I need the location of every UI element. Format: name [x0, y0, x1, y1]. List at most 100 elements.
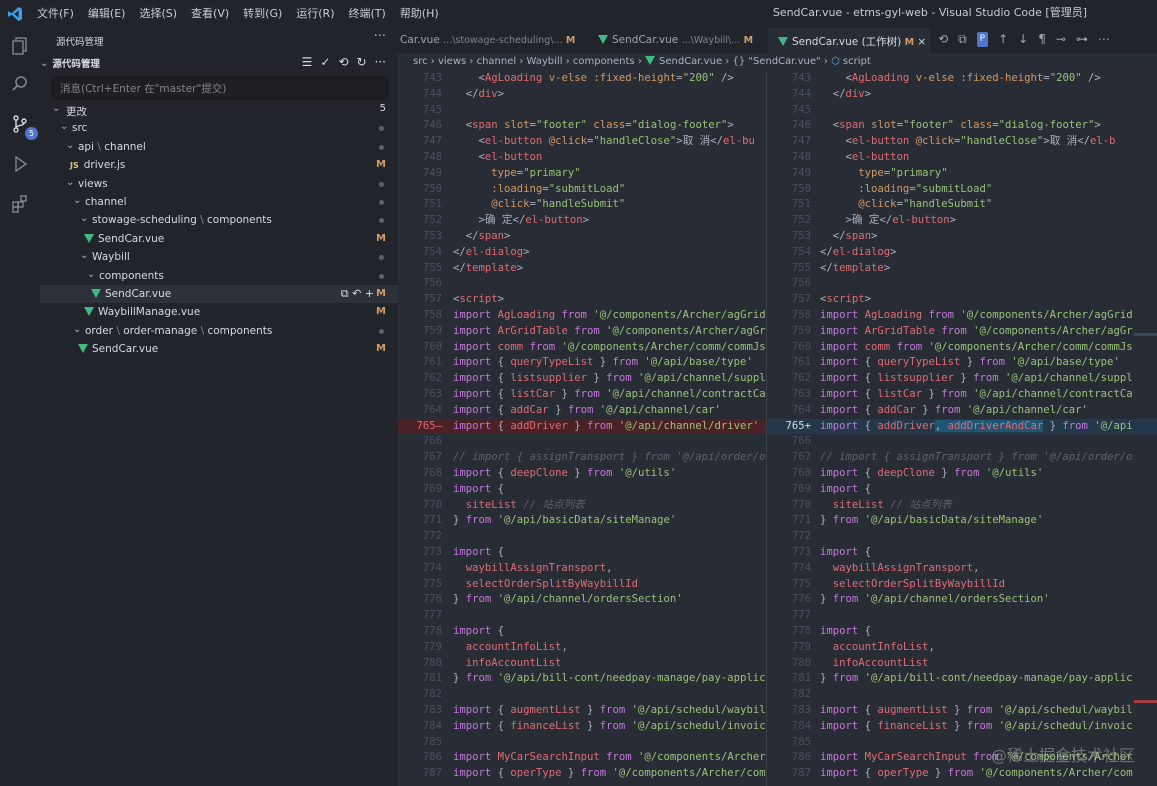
file-label: SendCar.vue: [105, 287, 172, 300]
menu-terminal[interactable]: 终端(T): [342, 0, 393, 28]
arrow-up-icon[interactable]: ↑: [998, 32, 1008, 47]
tree-file-sendcar-3[interactable]: SendCar.vue M: [40, 340, 398, 358]
folder-status-dot: [379, 328, 384, 334]
tree-file-driver-js[interactable]: JS driver.js M: [40, 156, 398, 174]
diff-modified-pane[interactable]: 743 <AgLoading v-else :fixed-height="200…: [766, 71, 1157, 786]
file-label: SendCar.vue: [92, 343, 159, 356]
folder-status-dot: [379, 181, 384, 187]
tree-folder-src[interactable]: ⌄ src: [40, 119, 398, 137]
chevron-down-icon: ⌄: [73, 323, 82, 335]
tree-folder-waybill[interactable]: ⌄ Waybill: [40, 248, 398, 266]
breadcrumb-item[interactable]: SendCar.vue: [659, 56, 722, 67]
history-icon[interactable]: ⟲: [338, 55, 348, 69]
more-actions-icon[interactable]: ···: [374, 29, 386, 44]
source-control-icon[interactable]: 5: [6, 110, 38, 140]
more-icon[interactable]: ⋯: [1098, 32, 1110, 47]
menu-help[interactable]: 帮助(H): [393, 0, 446, 28]
diff-original-pane[interactable]: 743 <AgLoading v-else :fixed-height="200…: [398, 71, 766, 786]
folder-label: components: [207, 214, 272, 227]
vue-file-icon: [645, 56, 656, 65]
symbol-icon: ⬡: [831, 56, 840, 67]
changes-group[interactable]: ⌄ 更改 5: [40, 101, 398, 119]
row-actions: ⧉ ↶ +: [341, 287, 374, 301]
chevron-down-icon: ⌄: [52, 103, 61, 114]
more-icon[interactable]: ···: [375, 55, 386, 69]
breadcrumb-item[interactable]: src: [413, 56, 428, 67]
refresh-icon[interactable]: ↻: [356, 55, 366, 69]
run-debug-icon[interactable]: [6, 150, 34, 178]
tab-label: SendCar.vue: [612, 34, 679, 46]
arrow-down-icon[interactable]: ↓: [1018, 32, 1028, 47]
vue-file-icon: [598, 35, 608, 44]
status-modified: M: [376, 343, 386, 355]
tree-folder-order[interactable]: ⌄ order \ order-manage \ components: [40, 322, 398, 340]
prettier-icon[interactable]: P: [976, 32, 989, 47]
stage-icon[interactable]: +: [365, 287, 374, 300]
search-icon[interactable]: [6, 70, 34, 98]
scm-sidebar: 源代码管理 ··· ⌄ 源代码管理 ☰ ✓ ⟲ ↻ ··· 消息(Ctrl+En…: [40, 28, 398, 786]
explorer-icon[interactable]: [6, 32, 34, 60]
extensions-icon[interactable]: [6, 190, 34, 218]
menu-go[interactable]: 转到(G): [236, 0, 289, 28]
folder-label: views: [78, 177, 108, 190]
tab-sendcar-waybill[interactable]: SendCar.vue ...\Waybill\... M: [588, 28, 766, 53]
chevron-down-icon: ⌄: [73, 194, 82, 206]
git-compare-icon[interactable]: ⊶: [1076, 32, 1088, 47]
close-icon[interactable]: ×: [917, 36, 926, 48]
folder-label: components: [99, 269, 164, 282]
tree-folder-stowage[interactable]: ⌄ stowage-scheduling \ components: [40, 211, 398, 229]
tree-folder-views[interactable]: ⌄ views: [40, 175, 398, 193]
breadcrumb-item[interactable]: Waybill: [527, 56, 563, 67]
view-as-list-icon[interactable]: ☰: [302, 55, 313, 69]
breadcrumb-item[interactable]: script: [843, 56, 871, 67]
tree-folder-components[interactable]: ⌄ components: [40, 267, 398, 285]
folder-label: api: [78, 140, 95, 153]
changes-count: 5: [379, 103, 386, 114]
breadcrumb-item[interactable]: components: [573, 56, 635, 67]
commit-message-input[interactable]: 消息(Ctrl+Enter 在"master"提交): [52, 76, 388, 100]
folder-status-dot: [379, 218, 384, 224]
discard-icon[interactable]: ↶: [352, 287, 361, 300]
breadcrumb-item[interactable]: channel: [477, 56, 517, 67]
breadcrumb-item[interactable]: {} "SendCar.vue": [732, 56, 820, 67]
menu-selection[interactable]: 选择(S): [132, 0, 184, 28]
tab-path: ...\stowage-scheduling\...: [443, 35, 563, 46]
tab-bar: Car.vue ...\stowage-scheduling\... M Sen…: [398, 28, 1157, 53]
open-file-icon[interactable]: ⧉: [958, 32, 967, 47]
folder-status-dot: [379, 199, 384, 205]
vue-file-icon: [778, 37, 788, 46]
commit-placeholder: 消息(Ctrl+Enter 在"master"提交): [60, 83, 227, 95]
commit-check-icon[interactable]: ✓: [320, 55, 330, 69]
folder-label: stowage-scheduling: [92, 214, 197, 227]
tree-file-sendcar-2[interactable]: SendCar.vue ⧉ ↶ + M: [40, 284, 398, 304]
open-file-icon[interactable]: ⧉: [341, 287, 349, 300]
added-line: 765+ import { addDriver, addDriverAndCar …: [767, 418, 1157, 435]
overview-ruler[interactable]: [1134, 71, 1157, 786]
tree-folder-api-channel[interactable]: ⌄ api \ channel: [40, 138, 398, 156]
menu-file[interactable]: 文件(F): [30, 0, 81, 28]
folder-label: order-manage: [123, 324, 198, 337]
menu-edit[interactable]: 编辑(E): [81, 0, 133, 28]
git-commit-icon[interactable]: ⊸: [1056, 32, 1066, 47]
tree-folder-channel[interactable]: ⌄ channel: [40, 193, 398, 211]
menu-bar: 文件(F) 编辑(E) 选择(S) 查看(V) 转到(G) 运行(R) 终端(T…: [30, 0, 446, 28]
watermark: @稀土掘金技术社区: [990, 746, 1135, 765]
changes-tree: ⌄ 更改 5 ⌄ src ⌄ api \ channel JS driver.js…: [40, 101, 398, 358]
file-label: SendCar.vue: [98, 232, 165, 245]
folder-label: Waybill: [92, 251, 130, 264]
vue-file-icon: [84, 233, 94, 243]
menu-view[interactable]: 查看(V): [184, 0, 236, 28]
tab-car-vue[interactable]: Car.vue ...\stowage-scheduling\... M: [398, 28, 586, 53]
breadcrumb-item[interactable]: views: [438, 56, 466, 67]
changes-label: 更改: [66, 106, 87, 118]
tree-file-waybillmanage[interactable]: WaybillManage.vue M: [40, 303, 398, 321]
vscode-logo-icon: [0, 0, 30, 28]
menu-run[interactable]: 运行(R): [289, 0, 341, 28]
pilcrow-icon[interactable]: ¶: [1038, 32, 1046, 47]
status-modified: M: [376, 159, 386, 171]
tab-sendcar-working-tree[interactable]: SendCar.vue (工作树) M ×: [768, 28, 930, 53]
vue-file-icon: [78, 344, 88, 354]
tree-file-sendcar-1[interactable]: SendCar.vue M: [40, 230, 398, 248]
timeline-icon[interactable]: ⟲: [938, 32, 948, 47]
path-sep: \: [97, 140, 101, 153]
